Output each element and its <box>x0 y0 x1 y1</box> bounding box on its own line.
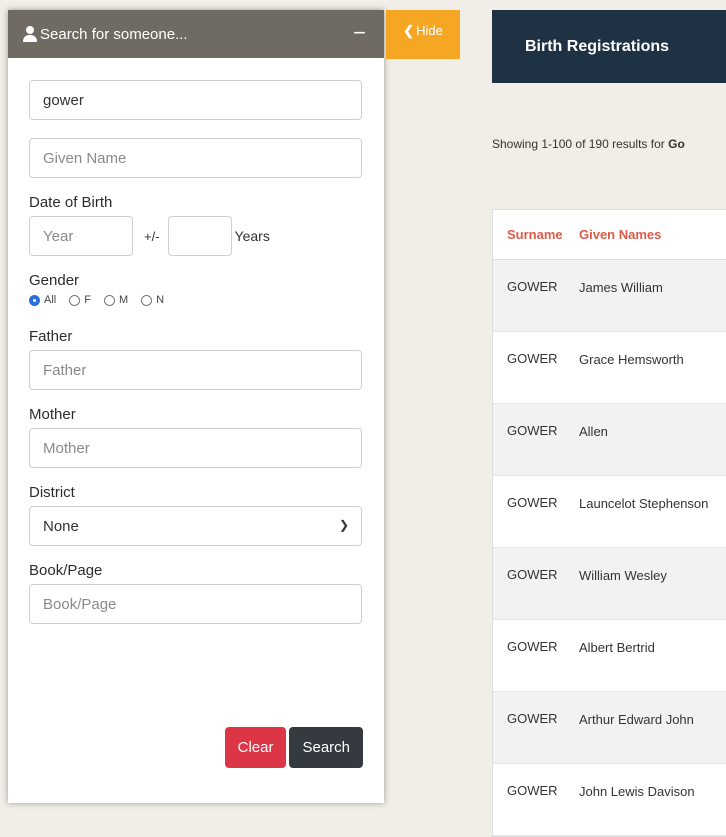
table-row[interactable]: GOWER John Lewis Davison <box>493 764 726 836</box>
chevron-left-icon: ❮ <box>403 23 415 38</box>
table-row[interactable]: GOWER Allen <box>493 404 726 476</box>
cell-given-names: John Lewis Davison <box>579 784 695 799</box>
mother-input[interactable] <box>29 428 362 468</box>
search-panel-title: Search for someone... <box>40 25 188 43</box>
table-row[interactable]: GOWER Launcelot Stephenson <box>493 476 726 548</box>
table-row[interactable]: GOWER Arthur Edward John <box>493 692 726 764</box>
cell-surname: GOWER <box>507 711 558 726</box>
cell-surname: GOWER <box>507 351 558 366</box>
father-input[interactable] <box>29 350 362 390</box>
cell-given-names: Grace Hemsworth <box>579 352 684 367</box>
cell-given-names: Launcelot Stephenson <box>579 496 709 511</box>
search-button[interactable]: Search <box>289 727 363 768</box>
clear-button[interactable]: Clear <box>224 727 287 768</box>
cell-surname: GOWER <box>507 423 558 438</box>
gender-option-f[interactable]: F <box>69 294 91 306</box>
cell-surname: GOWER <box>507 783 558 798</box>
table-row[interactable]: GOWER Albert Bertrid <box>493 620 726 692</box>
table-row[interactable]: GOWER James William <box>493 260 726 332</box>
cell-surname: GOWER <box>507 639 558 654</box>
cell-given-names: Allen <box>579 424 608 439</box>
years-label: Years <box>234 228 270 244</box>
results-summary: Showing 1-100 of 190 results for Go <box>492 137 685 151</box>
gender-option-n[interactable]: N <box>141 294 164 306</box>
column-header-given-names[interactable]: Given Names <box>579 227 726 242</box>
surname-input[interactable] <box>29 80 362 120</box>
cell-given-names: Albert Bertrid <box>579 640 655 655</box>
cell-given-names: Arthur Edward John <box>579 712 694 727</box>
cell-surname: GOWER <box>507 567 558 582</box>
dob-label: Date of Birth <box>29 194 113 211</box>
cell-surname: GOWER <box>507 279 558 294</box>
hide-panel-button[interactable]: ❮ Hide <box>386 10 460 59</box>
radio-icon[interactable] <box>103 294 115 306</box>
hide-label: Hide <box>416 23 443 38</box>
search-panel: Search for someone... − Date of Birth +/… <box>8 10 384 803</box>
district-select-value[interactable]: None <box>29 506 362 546</box>
bookpage-label: Book/Page <box>29 562 103 579</box>
year-input[interactable] <box>29 216 133 256</box>
column-header-surname[interactable]: Surname <box>493 227 579 242</box>
given-name-input[interactable] <box>29 138 362 178</box>
mother-label: Mother <box>29 406 76 423</box>
gender-label: Gender <box>29 272 80 289</box>
district-select[interactable]: None ❯ <box>29 506 363 546</box>
father-label: Father <box>29 328 73 345</box>
gender-radio-group: All F M N <box>29 294 363 306</box>
table-row[interactable]: GOWER Grace Hemsworth <box>493 332 726 404</box>
cell-surname: GOWER <box>507 495 558 510</box>
table-row[interactable]: GOWER William Wesley <box>493 548 726 620</box>
bookpage-input[interactable] <box>29 584 362 624</box>
gender-option-m[interactable]: M <box>103 294 128 306</box>
chevron-down-icon: ❯ <box>338 518 349 532</box>
person-icon <box>22 26 38 42</box>
results-table: Surname Given Names GOWER James William … <box>492 209 726 837</box>
radio-checked-icon[interactable] <box>29 294 40 306</box>
radio-icon[interactable] <box>141 294 153 306</box>
collapse-icon[interactable]: − <box>353 22 366 44</box>
years-range-input[interactable] <box>167 216 232 256</box>
table-header: Surname Given Names <box>493 210 726 260</box>
radio-icon[interactable] <box>69 294 81 306</box>
search-panel-header: Search for someone... − <box>8 10 384 58</box>
plus-minus-label: +/- <box>144 228 160 244</box>
district-label: District <box>29 484 75 501</box>
page-title: Birth Registrations <box>492 10 726 83</box>
gender-option-all[interactable]: All <box>29 294 56 306</box>
cell-given-names: William Wesley <box>579 568 667 583</box>
cell-given-names: James William <box>579 280 663 295</box>
